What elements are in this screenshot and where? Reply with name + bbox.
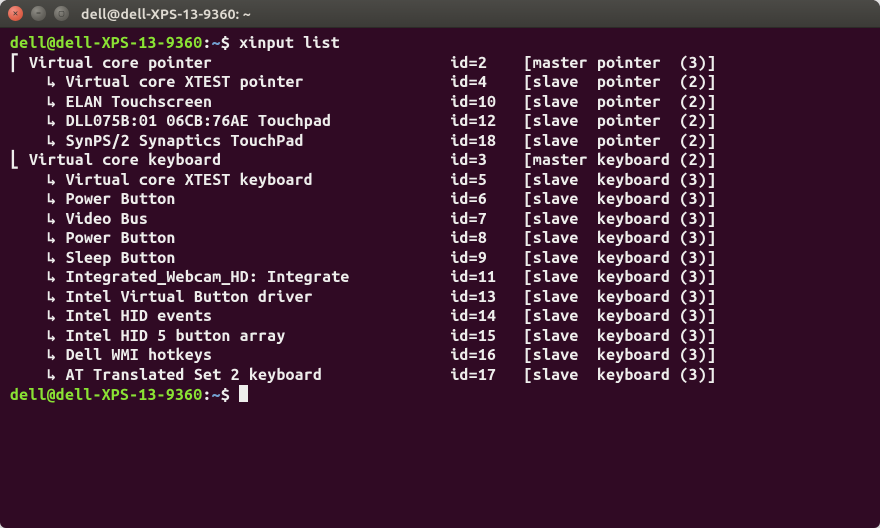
device-row: ↳ Integrated_Webcam_HD: Integrate id=11 … [10, 268, 716, 286]
prompt-path: ~ [212, 386, 221, 404]
device-row: ↳ Sleep Button id=9 [slave keyboard (3)] [10, 249, 716, 267]
titlebar[interactable]: ✕ – ▢ dell@dell-XPS-13-9360: ~ [0, 0, 880, 28]
device-row: ↳ AT Translated Set 2 keyboard id=17 [sl… [10, 366, 716, 384]
device-row: ↳ Intel HID events id=14 [slave keyboard… [10, 307, 716, 325]
prompt-dollar: $ [221, 386, 230, 404]
device-row: ↳ Dell WMI hotkeys id=16 [slave keyboard… [10, 346, 716, 364]
device-row: ↳ DLL075B:01 06CB:76AE Touchpad id=12 [s… [10, 112, 716, 130]
prompt-path: ~ [212, 34, 221, 52]
maximize-icon[interactable]: ▢ [54, 6, 69, 21]
window-title: dell@dell-XPS-13-9360: ~ [81, 6, 251, 22]
device-row: ⎡ Virtual core pointer id=2 [master poin… [10, 54, 716, 72]
command-text: xinput list [239, 34, 340, 52]
close-icon[interactable]: ✕ [8, 6, 23, 21]
device-row: ↳ Intel Virtual Button driver id=13 [sla… [10, 288, 716, 306]
terminal-body[interactable]: dell@dell-XPS-13-9360:~$ xinput list ⎡ V… [0, 28, 880, 416]
device-row: ↳ Video Bus id=7 [slave keyboard (3)] [10, 210, 716, 228]
device-row: ↳ Power Button id=6 [slave keyboard (3)] [10, 190, 716, 208]
terminal-window: ✕ – ▢ dell@dell-XPS-13-9360: ~ dell@dell… [0, 0, 880, 528]
prompt-user-host: dell@dell-XPS-13-9360 [10, 34, 202, 52]
prompt-colon: : [202, 386, 211, 404]
prompt-dollar: $ [221, 34, 230, 52]
device-row: ↳ ELAN Touchscreen id=10 [slave pointer … [10, 93, 716, 111]
device-row: ↳ SynPS/2 Synaptics TouchPad id=18 [slav… [10, 132, 716, 150]
minimize-icon[interactable]: – [31, 6, 46, 21]
device-row: ↳ Intel HID 5 button array id=15 [slave … [10, 327, 716, 345]
cursor [239, 385, 248, 402]
device-row: ↳ Virtual core XTEST keyboard id=5 [slav… [10, 171, 716, 189]
device-row: ↳ Power Button id=8 [slave keyboard (3)] [10, 229, 716, 247]
prompt-colon: : [202, 34, 211, 52]
device-row: ⎣ Virtual core keyboard id=3 [master key… [10, 151, 716, 169]
prompt-user-host: dell@dell-XPS-13-9360 [10, 386, 202, 404]
device-row: ↳ Virtual core XTEST pointer id=4 [slave… [10, 73, 716, 91]
